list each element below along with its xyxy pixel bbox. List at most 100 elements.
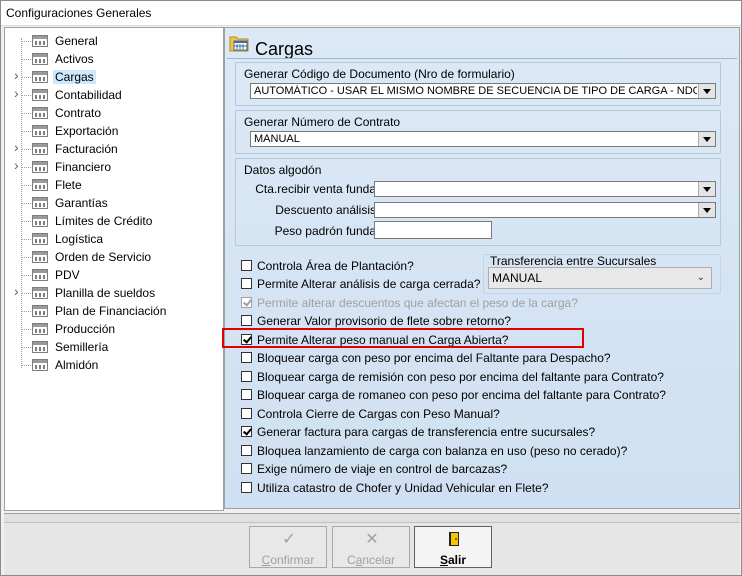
transferencia-select[interactable]: MANUAL ⌄ [488, 267, 712, 289]
tree-item-límites-de-crédito[interactable]: Límites de Crédito [5, 212, 215, 230]
checkbox[interactable] [241, 278, 252, 289]
footer-strip [4, 514, 740, 523]
cta-recibir-select[interactable] [374, 181, 716, 197]
option-label: Bloquea lanzamiento de carga con balanza… [257, 444, 628, 458]
tree-item-label: Plan de Financiación [55, 304, 167, 318]
peso-padron-input[interactable] [374, 221, 492, 239]
option-label: Exige número de viaje en control de barc… [257, 462, 508, 476]
tree-item-semillería[interactable]: Semillería [5, 338, 215, 356]
peso-padron-label: Peso padrón funda [274, 224, 376, 238]
checkbox[interactable] [241, 408, 252, 419]
grid-icon [32, 179, 48, 191]
window: Configuraciones Generales General Activos… [0, 0, 742, 576]
tree-item-activos[interactable]: Activos [5, 50, 215, 68]
confirmar-label: Confirmar [261, 553, 315, 567]
tree-item-label: Garantías [55, 196, 108, 210]
tree-item-label: Contabilidad [55, 88, 122, 102]
tree-connector [21, 293, 31, 294]
tree-connector [21, 203, 31, 204]
tree-item-contrato[interactable]: Contrato [5, 104, 215, 122]
chevron-right-icon[interactable]: › [14, 67, 19, 83]
grid-icon [32, 143, 48, 155]
chevron-right-icon[interactable]: › [14, 283, 19, 299]
numero-contrato-label: Generar Número de Contrato [244, 115, 401, 129]
checkbox[interactable] [241, 352, 252, 363]
cta-recibir-label: Cta.recibir venta funda [255, 182, 376, 196]
tree-item-financiero[interactable]: › Financiero [5, 157, 215, 176]
tree-connector [21, 257, 31, 258]
tree-item-garantías[interactable]: Garantías [5, 194, 215, 212]
navigation-tree[interactable]: General Activos › Cargas › Contabilidad Contra… [4, 27, 224, 511]
salir-button[interactable]: Salir [414, 526, 492, 568]
tree-item-plan-de-financiación[interactable]: Plan de Financiación [5, 302, 215, 320]
chevron-down-icon[interactable] [698, 203, 715, 217]
checkbox[interactable] [241, 260, 252, 271]
tree-connector [21, 95, 31, 96]
grid-icon [32, 125, 48, 137]
datos-algodon-title: Datos algodón [244, 163, 322, 177]
tree-connector [21, 221, 31, 222]
tree-item-almidón[interactable]: Almidón [5, 356, 215, 374]
tree-connector [21, 329, 31, 330]
checkbox[interactable] [241, 445, 252, 456]
codigo-documento-label: Generar Código de Documento (Nro de form… [244, 67, 515, 81]
cancelar-button[interactable]: ✕ Cancelar [332, 526, 410, 568]
option-label: Bloquear carga de remisión con peso por … [257, 370, 664, 384]
grid-icon [32, 215, 48, 227]
title-bar: Configuraciones Generales [1, 1, 741, 26]
tree-item-pdv[interactable]: PDV [5, 266, 215, 284]
tree-item-orden-de-servicio[interactable]: Orden de Servicio [5, 248, 215, 266]
chevron-down-icon[interactable] [698, 84, 715, 98]
settings-panel: Cargas Generar Código de Documento (Nro … [224, 27, 740, 509]
grid-icon [32, 323, 48, 335]
window-title: Configuraciones Generales [6, 6, 152, 20]
numero-contrato-select[interactable]: MANUAL [250, 131, 716, 147]
checkbox-checked[interactable] [241, 426, 252, 437]
tree-item-label: Límites de Crédito [55, 214, 153, 228]
tree-item-logística[interactable]: Logística [5, 230, 215, 248]
tree-item-label: Financiero [55, 160, 112, 174]
checkbox[interactable] [241, 371, 252, 382]
tree-item-flete[interactable]: Flete [5, 176, 215, 194]
checkbox[interactable] [241, 315, 252, 326]
option-label: Utiliza catastro de Chofer y Unidad Vehi… [257, 481, 549, 495]
tree-item-label: Flete [55, 178, 82, 192]
tree-item-contabilidad[interactable]: › Contabilidad [5, 85, 215, 104]
tree-item-label: General [55, 34, 98, 48]
chevron-down-icon[interactable] [698, 182, 715, 196]
chevron-down-icon[interactable] [698, 132, 715, 146]
descuento-analisis-select[interactable] [374, 202, 716, 218]
transferencia-group: Transferencia entre Sucursales MANUAL ⌄ [483, 254, 721, 294]
tree-item-label: Orden de Servicio [55, 250, 152, 264]
tree-item-producción[interactable]: Producción [5, 320, 215, 338]
codigo-documento-select[interactable]: AUTOMÁTICO - USAR EL MISMO NOMBRE DE SEC… [250, 83, 716, 99]
tree-item-exportación[interactable]: Exportación [5, 122, 215, 140]
grid-icon [32, 35, 48, 47]
highlight-box [222, 328, 584, 348]
confirmar-button[interactable]: ✓ Confirmar [249, 526, 327, 568]
checkbox[interactable] [241, 389, 252, 400]
tree-item-label: Almidón [55, 358, 99, 372]
chevron-right-icon[interactable]: › [14, 85, 19, 101]
checkbox[interactable] [241, 482, 252, 493]
datos-algodon-group: Datos algodón Cta.recibir venta funda De… [235, 158, 721, 246]
grid-icon [32, 251, 48, 263]
chevron-right-icon[interactable]: › [14, 139, 19, 155]
tree-item-general[interactable]: General [5, 32, 215, 50]
option-label: Permite Alterar análisis de carga cerrad… [257, 277, 481, 291]
option-label: Generar Valor provisorio de flete sobre … [257, 314, 511, 328]
grid-icon [32, 341, 48, 353]
tree-item-cargas[interactable]: › Cargas [5, 67, 215, 86]
panel-title: Cargas [255, 39, 314, 59]
option-label: Permite alterar descuentos que afectan e… [257, 296, 578, 310]
tree-connector [21, 41, 31, 42]
tree-connector [21, 185, 31, 186]
chevron-down-icon: ⌄ [696, 272, 705, 283]
folder-grid-icon [229, 36, 249, 52]
tree-connector [21, 347, 31, 348]
tree-item-facturación[interactable]: › Facturación [5, 139, 215, 158]
checkbox[interactable] [241, 463, 252, 474]
tree-connector [21, 365, 31, 366]
tree-item-planilla-de-sueldos[interactable]: › Planilla de sueldos [5, 283, 215, 302]
chevron-right-icon[interactable]: › [14, 157, 19, 173]
